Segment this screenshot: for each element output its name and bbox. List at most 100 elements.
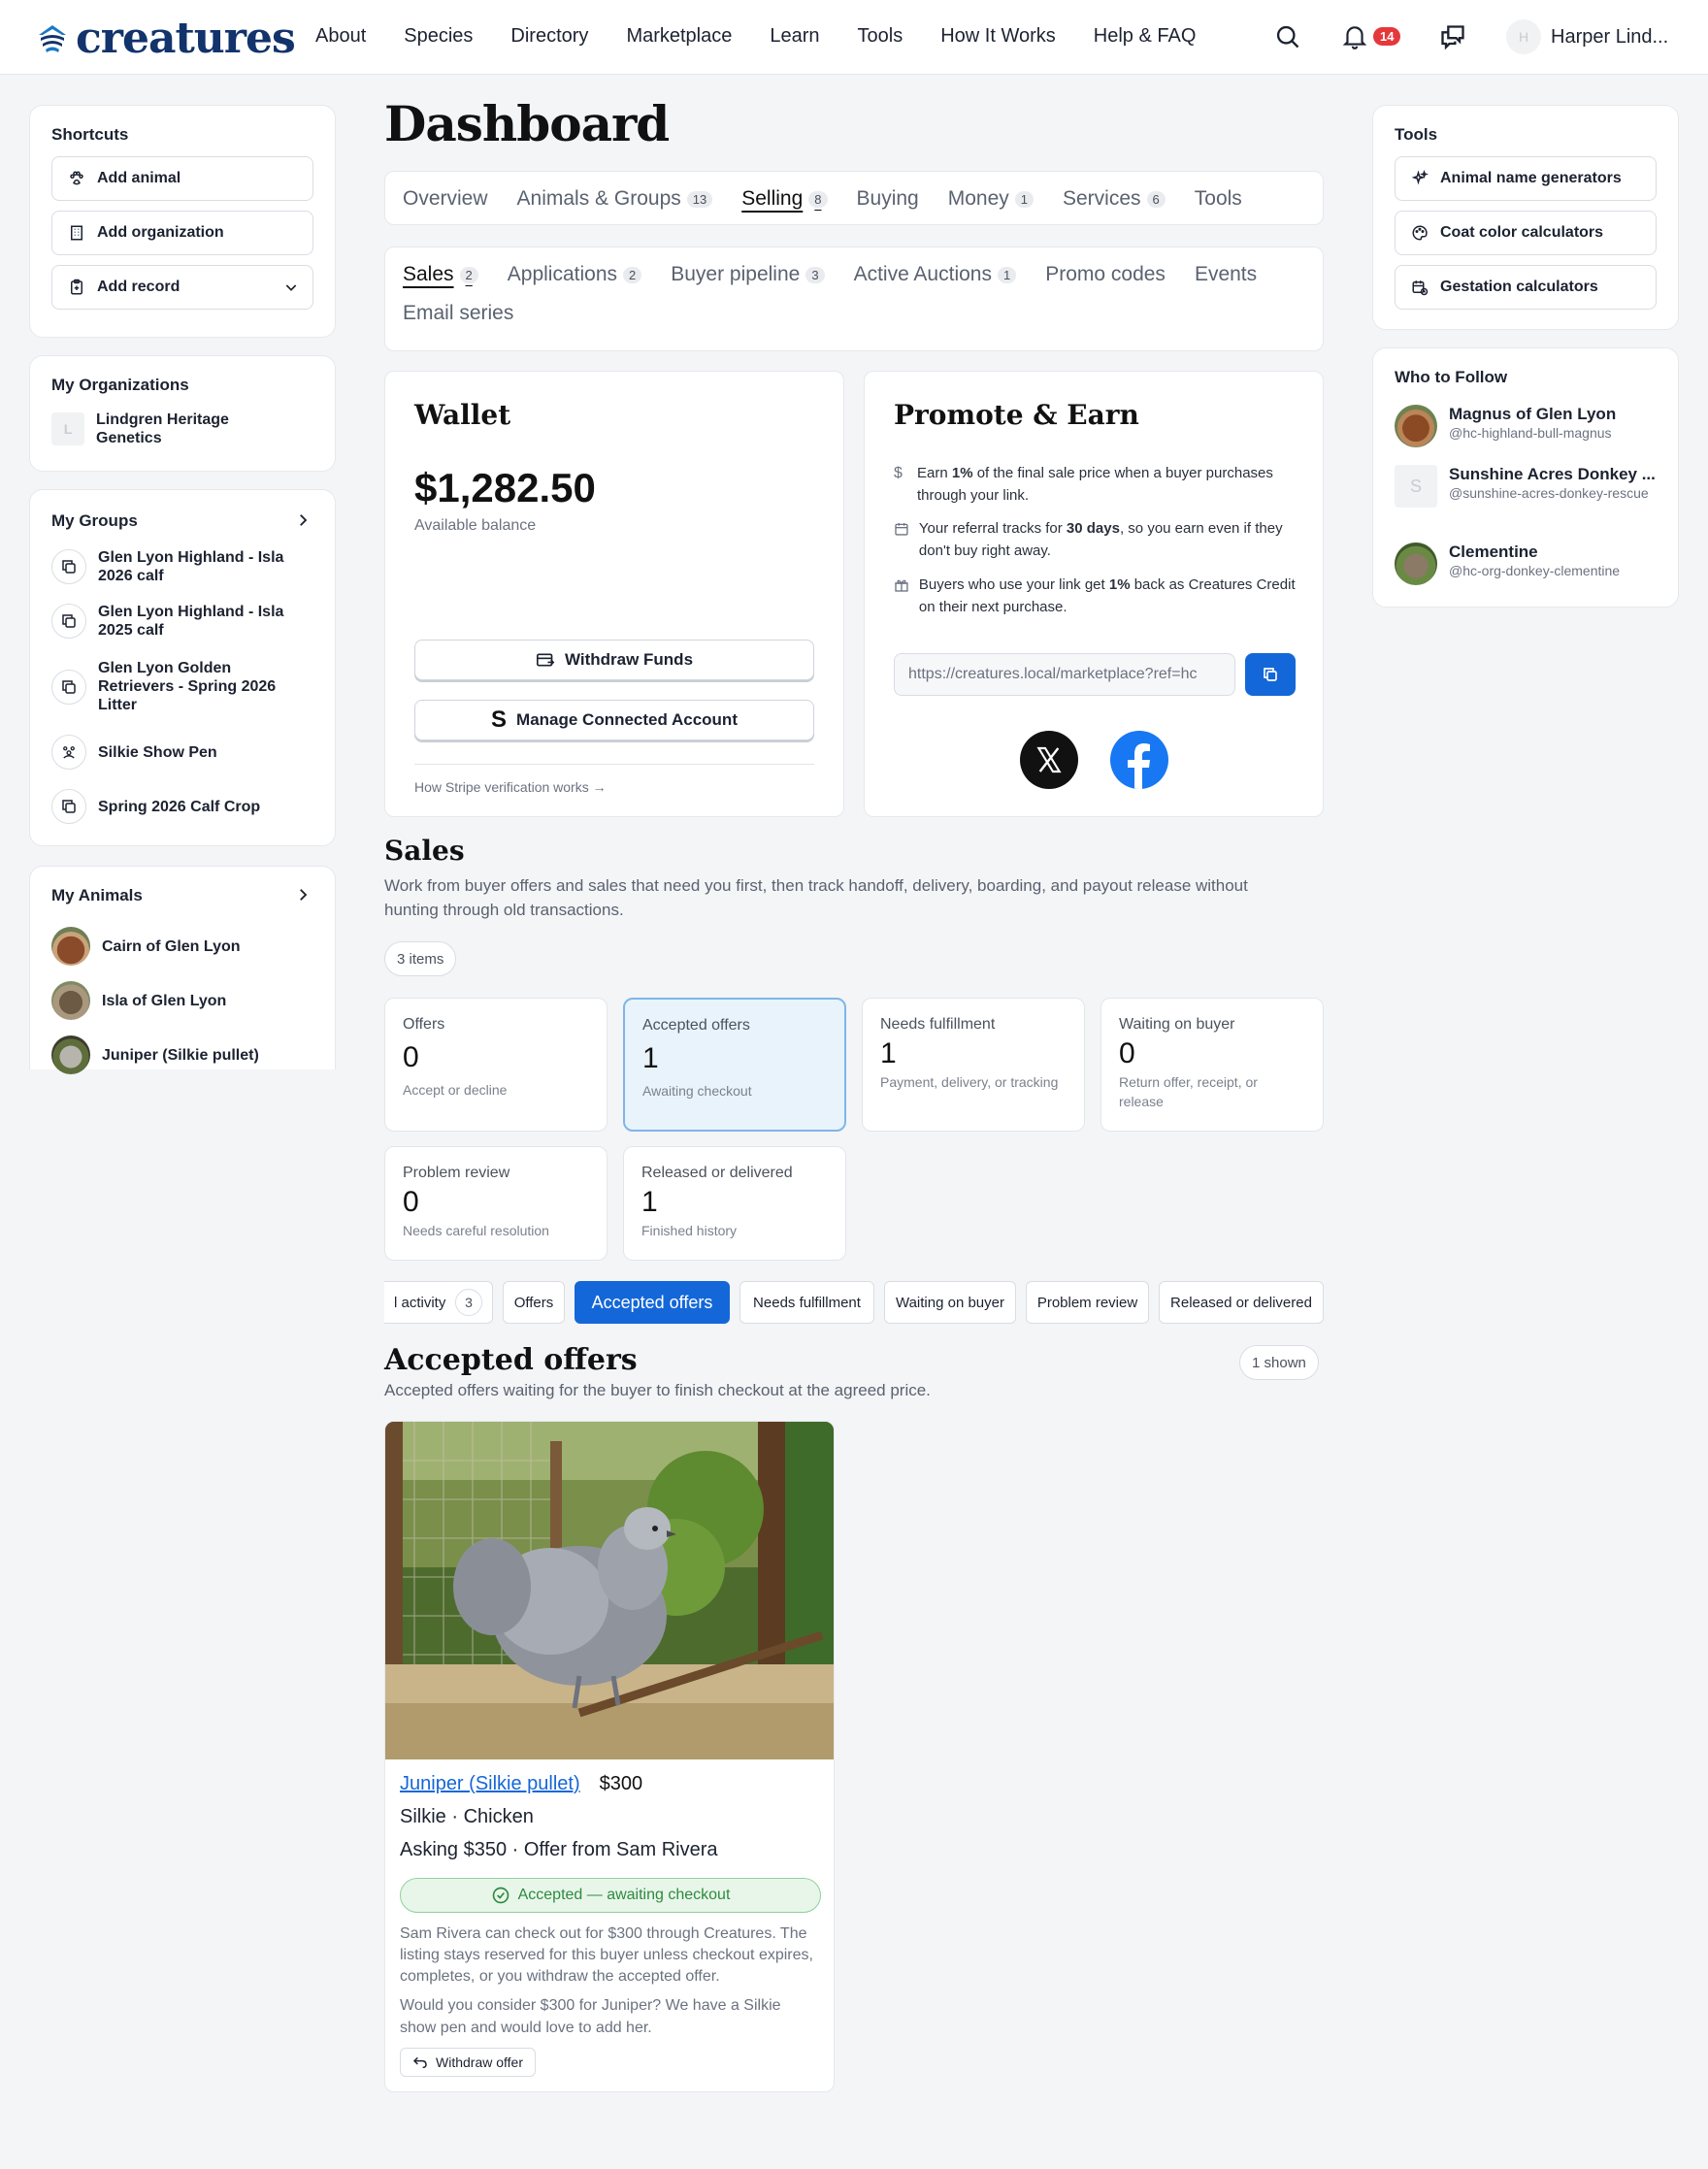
subtab-buyer-pipeline[interactable]: Buyer pipeline 3 xyxy=(671,263,825,286)
follow-item[interactable]: Clementine @hc-org-donkey-clementine xyxy=(1395,542,1620,585)
logo[interactable]: creatures xyxy=(37,14,296,63)
nav-how-it-works[interactable]: How It Works xyxy=(940,25,1056,48)
buyer-message: Would you consider $300 for Juniper? We … xyxy=(400,1997,781,2036)
gestation-calculators-button[interactable]: Gestation calculators xyxy=(1395,265,1657,310)
nav-about[interactable]: About xyxy=(315,25,366,48)
group-name: Glen Lyon Golden Retrievers - Spring 202… xyxy=(98,660,277,713)
stripe-verification-link[interactable]: How Stripe verification works → xyxy=(414,779,607,795)
coat-color-calculators-button[interactable]: Coat color calculators xyxy=(1395,211,1657,255)
sales-description: Work from buyer offers and sales that ne… xyxy=(384,876,1248,919)
animal-name-generators-button[interactable]: Animal name generators xyxy=(1395,156,1657,201)
subtab-active-auctions[interactable]: Active Auctions 1 xyxy=(854,263,1017,286)
withdraw-offer-button[interactable]: Withdraw offer xyxy=(400,2048,536,2077)
subtab-promo-codes[interactable]: Promo codes xyxy=(1045,263,1166,286)
follow-item[interactable]: S Sunshine Acres Donkey ... @sunshine-ac… xyxy=(1395,465,1662,508)
bank-transfer-icon xyxy=(536,653,555,667)
items-count-badge: 3 items xyxy=(384,941,457,976)
bell-icon[interactable] xyxy=(1342,23,1367,50)
stat-card-waiting-on-buyer[interactable]: Waiting on buyer 0 Return offer, receipt… xyxy=(1100,998,1324,1132)
filter-problem-review[interactable]: Problem review xyxy=(1026,1281,1149,1324)
filter-accepted-offers[interactable]: Accepted offers xyxy=(575,1281,730,1324)
filter-needs-fulfillment[interactable]: Needs fulfillment xyxy=(739,1281,874,1324)
nav-help-faq[interactable]: Help & FAQ xyxy=(1094,25,1197,48)
withdraw-funds-label: Withdraw Funds xyxy=(564,650,694,669)
paw-icon xyxy=(70,171,83,185)
tab-services[interactable]: Services 6 xyxy=(1063,187,1166,211)
user-avatar[interactable]: H xyxy=(1506,19,1541,54)
animal-item[interactable]: Cairn of Glen Lyon xyxy=(51,927,241,966)
referral-link-input[interactable] xyxy=(894,653,1235,696)
filter-released-delivered[interactable]: Released or delivered xyxy=(1159,1281,1324,1324)
group-item[interactable]: Glen Lyon Highland - Isla 2025 calf xyxy=(51,603,302,640)
x-share-button[interactable] xyxy=(1020,731,1078,789)
subtab-sales[interactable]: Sales 2 xyxy=(403,263,478,286)
tools-card: Tools Animal name generators Coat color … xyxy=(1372,105,1679,330)
stat-label: Offers xyxy=(403,1016,445,1033)
listing-name-link[interactable]: Juniper (Silkie pullet) xyxy=(400,1773,580,1795)
organization-item[interactable]: L Lindgren Heritage Genetics xyxy=(51,411,271,447)
chevron-down-icon[interactable] xyxy=(283,279,299,295)
stat-card-offers[interactable]: Offers 0 Accept or decline xyxy=(384,998,608,1132)
manage-connected-account-button[interactable]: S Manage Connected Account xyxy=(414,700,814,740)
group-item[interactable]: Glen Lyon Golden Retrievers - Spring 202… xyxy=(51,659,302,714)
chevron-right-icon[interactable] xyxy=(294,511,312,529)
animal-item[interactable]: Isla of Glen Lyon xyxy=(51,981,226,1020)
add-animal-button[interactable]: Add animal xyxy=(51,156,313,201)
filter-waiting-on-buyer[interactable]: Waiting on buyer xyxy=(884,1281,1016,1324)
stat-card-needs-fulfillment[interactable]: Needs fulfillment 1 Payment, delivery, o… xyxy=(862,998,1085,1132)
listing-headline: Juniper (Silkie pullet) $300 xyxy=(400,1773,642,1795)
animals-icon xyxy=(51,735,86,770)
nav-directory[interactable]: Directory xyxy=(510,25,588,48)
tab-count: 8 xyxy=(808,190,828,208)
add-organization-label: Add organization xyxy=(97,224,224,241)
top-bar: creatures About Species Directory Market… xyxy=(0,0,1708,75)
search-icon[interactable] xyxy=(1274,23,1301,50)
stripe-icon: S xyxy=(491,707,508,733)
subtab-email-series[interactable]: Email series xyxy=(403,302,513,325)
filter-all-activity[interactable]: l activity 3 xyxy=(384,1281,493,1324)
withdraw-funds-button[interactable]: Withdraw Funds xyxy=(414,640,814,680)
stat-card-accepted-offers[interactable]: Accepted offers 1 Awaiting checkout xyxy=(623,998,846,1132)
add-organization-button[interactable]: Add organization xyxy=(51,211,313,255)
subtab-count: 3 xyxy=(805,266,825,283)
stat-card-problem-review[interactable]: Problem review 0 Needs careful resolutio… xyxy=(384,1146,608,1261)
copy-link-button[interactable] xyxy=(1245,653,1296,696)
group-item[interactable]: Spring 2026 Calf Crop xyxy=(51,789,260,824)
status-badge: Accepted — awaiting checkout xyxy=(400,1878,821,1913)
stat-card-released-delivered[interactable]: Released or delivered 1 Finished history xyxy=(623,1146,846,1261)
follow-item[interactable]: Magnus of Glen Lyon @hc-highland-bull-ma… xyxy=(1395,405,1616,447)
tab-money[interactable]: Money 1 xyxy=(948,187,1034,211)
group-item[interactable]: Glen Lyon Highland - Isla 2026 calf xyxy=(51,548,302,585)
listing-asking: Asking $350 · Offer from Sam Rivera xyxy=(400,1839,718,1860)
nav-marketplace[interactable]: Marketplace xyxy=(626,25,732,48)
wallet-card: Wallet $1,282.50 Available balance Withd… xyxy=(384,371,844,817)
subtab-applications[interactable]: Applications 2 xyxy=(508,263,642,286)
listing-photo[interactable] xyxy=(385,1422,835,1759)
add-record-button[interactable]: Add record xyxy=(51,265,313,310)
follow-avatar: S xyxy=(1395,465,1437,508)
chevron-right-icon[interactable] xyxy=(294,886,312,904)
animals-title: My Animals xyxy=(51,886,143,904)
wallet-balance: $1,282.50 xyxy=(414,465,596,510)
main-tabs: Overview Animals & Groups 13 Selling 8 Buy… xyxy=(384,171,1324,225)
calendar-icon xyxy=(895,523,908,536)
nav-learn[interactable]: Learn xyxy=(770,25,819,48)
user-name[interactable]: Harper Lind... xyxy=(1551,26,1668,49)
nav-tools[interactable]: Tools xyxy=(858,25,903,48)
animal-item[interactable]: Juniper (Silkie pullet) xyxy=(51,1035,259,1074)
tab-overview[interactable]: Overview xyxy=(403,187,488,211)
facebook-share-button[interactable] xyxy=(1110,731,1168,789)
tab-selling[interactable]: Selling 8 xyxy=(741,187,828,211)
tab-tools[interactable]: Tools xyxy=(1195,187,1242,211)
animal-avatar xyxy=(51,981,90,1020)
subtab-events[interactable]: Events xyxy=(1195,263,1257,286)
group-item[interactable]: Silkie Show Pen xyxy=(51,735,217,770)
organization-avatar: L xyxy=(51,412,84,445)
tab-animals-groups[interactable]: Animals & Groups 13 xyxy=(517,187,713,211)
tab-buying[interactable]: Buying xyxy=(857,187,919,211)
filter-offers[interactable]: Offers xyxy=(503,1281,565,1324)
nav-species[interactable]: Species xyxy=(404,25,473,48)
follow-name: Sunshine Acres Donkey ... xyxy=(1449,465,1656,483)
messages-icon[interactable] xyxy=(1439,23,1466,50)
listing-price: $300 xyxy=(599,1773,643,1794)
